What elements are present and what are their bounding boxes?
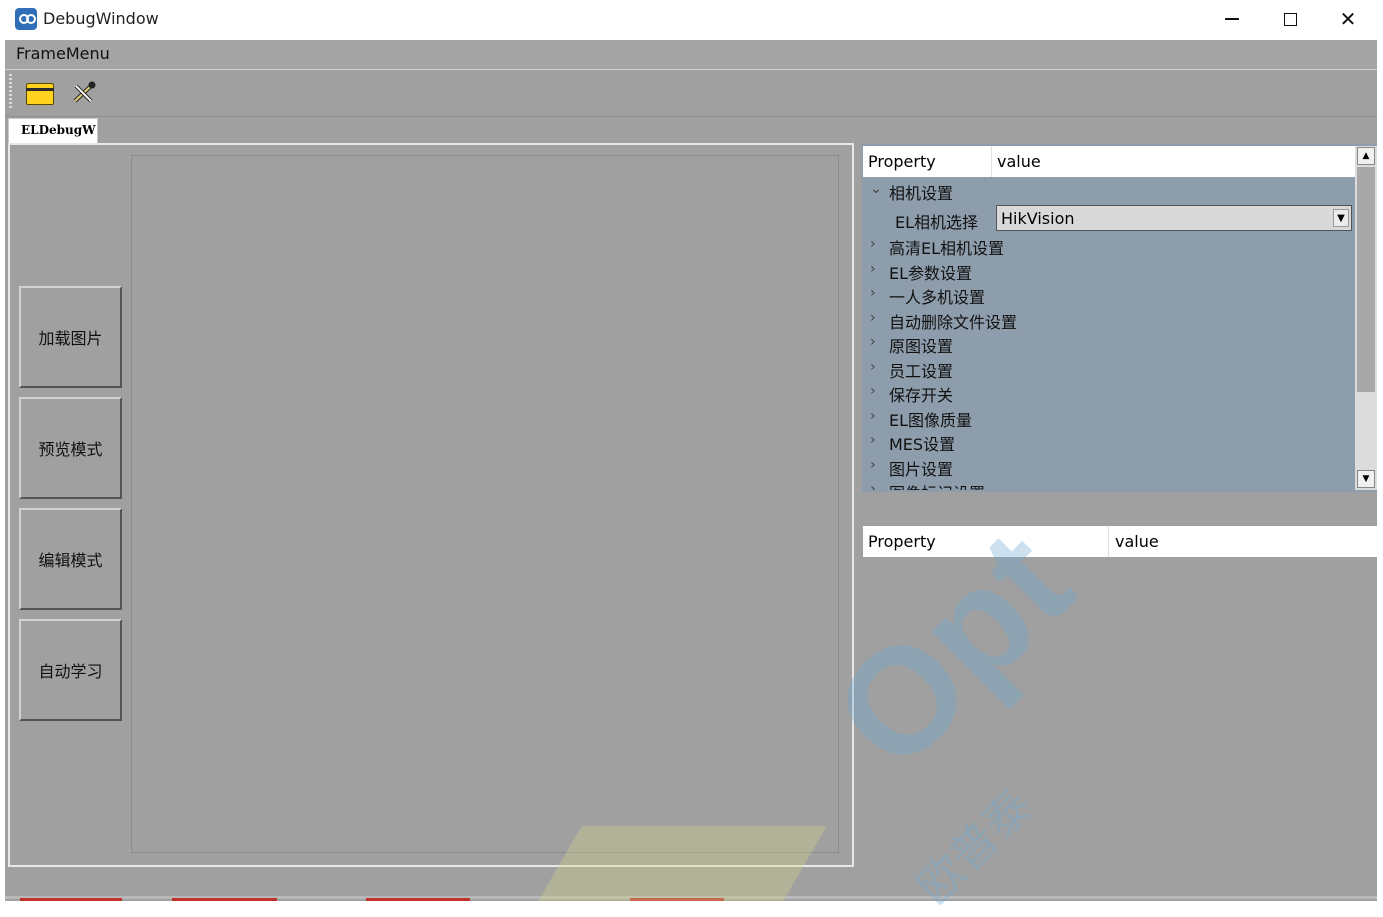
edit-mode-button[interactable]: 编辑模式 [19, 508, 122, 610]
chevron-right-icon[interactable]: › [870, 408, 876, 424]
maximize-button[interactable] [1261, 0, 1319, 38]
group-label: EL参数设置 [889, 264, 973, 283]
chevron-right-icon[interactable]: › [870, 432, 876, 448]
wrench-icon[interactable] [70, 80, 98, 106]
property-list: ⌄ 相机设置 EL相机选择 HikVision ▼ › 高清EL相机设置 › EL参… [863, 178, 1355, 490]
app-icon [15, 8, 37, 30]
auto-learn-button[interactable]: 自动学习 [19, 619, 122, 721]
property-grid-header [863, 146, 1355, 177]
property-group[interactable]: › 高清EL相机设置 [863, 233, 1355, 258]
property-group[interactable]: › 员工设置 [863, 356, 1355, 381]
scroll-up-icon[interactable]: ▲ [1357, 147, 1375, 165]
group-label: 原图设置 [889, 337, 954, 356]
chevron-right-icon[interactable]: › [870, 383, 876, 399]
chevron-right-icon[interactable]: › [870, 334, 876, 350]
group-label: 员工设置 [889, 362, 954, 381]
property-group[interactable]: › 保存开关 [863, 380, 1355, 405]
property-row-camera-select: EL相机选择 HikVision ▼ [863, 203, 1355, 233]
chevron-right-icon[interactable]: › [870, 261, 876, 277]
column-divider[interactable] [991, 146, 992, 177]
close-button[interactable]: ✕ [1319, 0, 1377, 38]
tab-label: ELDebugW [21, 123, 96, 137]
column-header-property[interactable]: Property [868, 152, 936, 171]
close-icon: ✕ [1339, 7, 1357, 31]
minimize-icon [1225, 18, 1239, 20]
dropdown-value: HikVision [1001, 209, 1075, 228]
group-label: 图片设置 [889, 460, 954, 479]
title-bar [0, 0, 1383, 40]
property-group[interactable]: › 图片设置 [863, 454, 1355, 479]
column-header-value[interactable]: value [1115, 532, 1159, 551]
dropdown-arrow-icon[interactable]: ▼ [1333, 209, 1349, 227]
property-group[interactable]: › MES设置 [863, 429, 1355, 454]
scroll-down-icon[interactable]: ▼ [1357, 470, 1375, 488]
camera-select-dropdown[interactable]: HikVision ▼ [996, 205, 1352, 231]
load-image-button[interactable]: 加载图片 [19, 286, 122, 388]
group-label: 相机设置 [889, 184, 954, 203]
group-label: 一人多机设置 [889, 288, 986, 307]
chevron-right-icon[interactable]: › [870, 359, 876, 375]
property-group[interactable]: › 原图设置 [863, 331, 1355, 356]
chevron-right-icon[interactable]: › [870, 457, 876, 473]
toolbar [5, 70, 1377, 117]
column-header-property[interactable]: Property [868, 532, 936, 551]
property-group[interactable]: › EL参数设置 [863, 258, 1355, 283]
menu-bar [5, 40, 1377, 70]
property-group[interactable]: › 自动删除文件设置 [863, 307, 1355, 332]
chevron-right-icon[interactable]: › [870, 481, 876, 490]
tab-strip [5, 117, 1377, 142]
chevron-down-icon[interactable]: ⌄ [870, 181, 882, 197]
scrollbar-thumb[interactable] [1357, 167, 1375, 392]
preview-mode-button[interactable]: 预览模式 [19, 397, 122, 499]
group-label: 自动删除文件设置 [889, 313, 1018, 332]
chevron-right-icon[interactable]: › [870, 236, 876, 252]
group-label: MES设置 [889, 435, 956, 454]
group-label: 保存开关 [889, 386, 954, 405]
minimize-button[interactable] [1203, 0, 1261, 38]
tab-eldebugw[interactable]: ELDebugW [8, 118, 98, 143]
property-group[interactable]: › 一人多机设置 [863, 282, 1355, 307]
group-label: EL图像质量 [889, 411, 973, 430]
toolbar-grip[interactable] [9, 74, 12, 110]
property-group[interactable]: › 图像标记设置 [863, 478, 1355, 490]
column-header-value[interactable]: value [997, 152, 1041, 171]
property-group[interactable]: › EL图像质量 [863, 405, 1355, 430]
image-canvas[interactable] [131, 155, 839, 853]
property-label: EL相机选择 [895, 213, 979, 232]
property-group-camera[interactable]: ⌄ 相机设置 [863, 178, 1355, 203]
menu-item-framemenu[interactable]: FrameMenu [16, 44, 110, 63]
maximize-icon [1283, 12, 1297, 26]
column-divider[interactable] [1108, 526, 1109, 557]
property-grid-bottom [862, 524, 1377, 870]
group-label: 高清EL相机设置 [889, 239, 1005, 258]
window-title: DebugWindow [43, 9, 159, 28]
group-label: 图像标记设置 [889, 480, 985, 490]
chevron-right-icon[interactable]: › [870, 310, 876, 326]
watermark-stripe [538, 826, 827, 901]
folder-icon[interactable] [26, 79, 54, 105]
chevron-right-icon[interactable]: › [870, 285, 876, 301]
